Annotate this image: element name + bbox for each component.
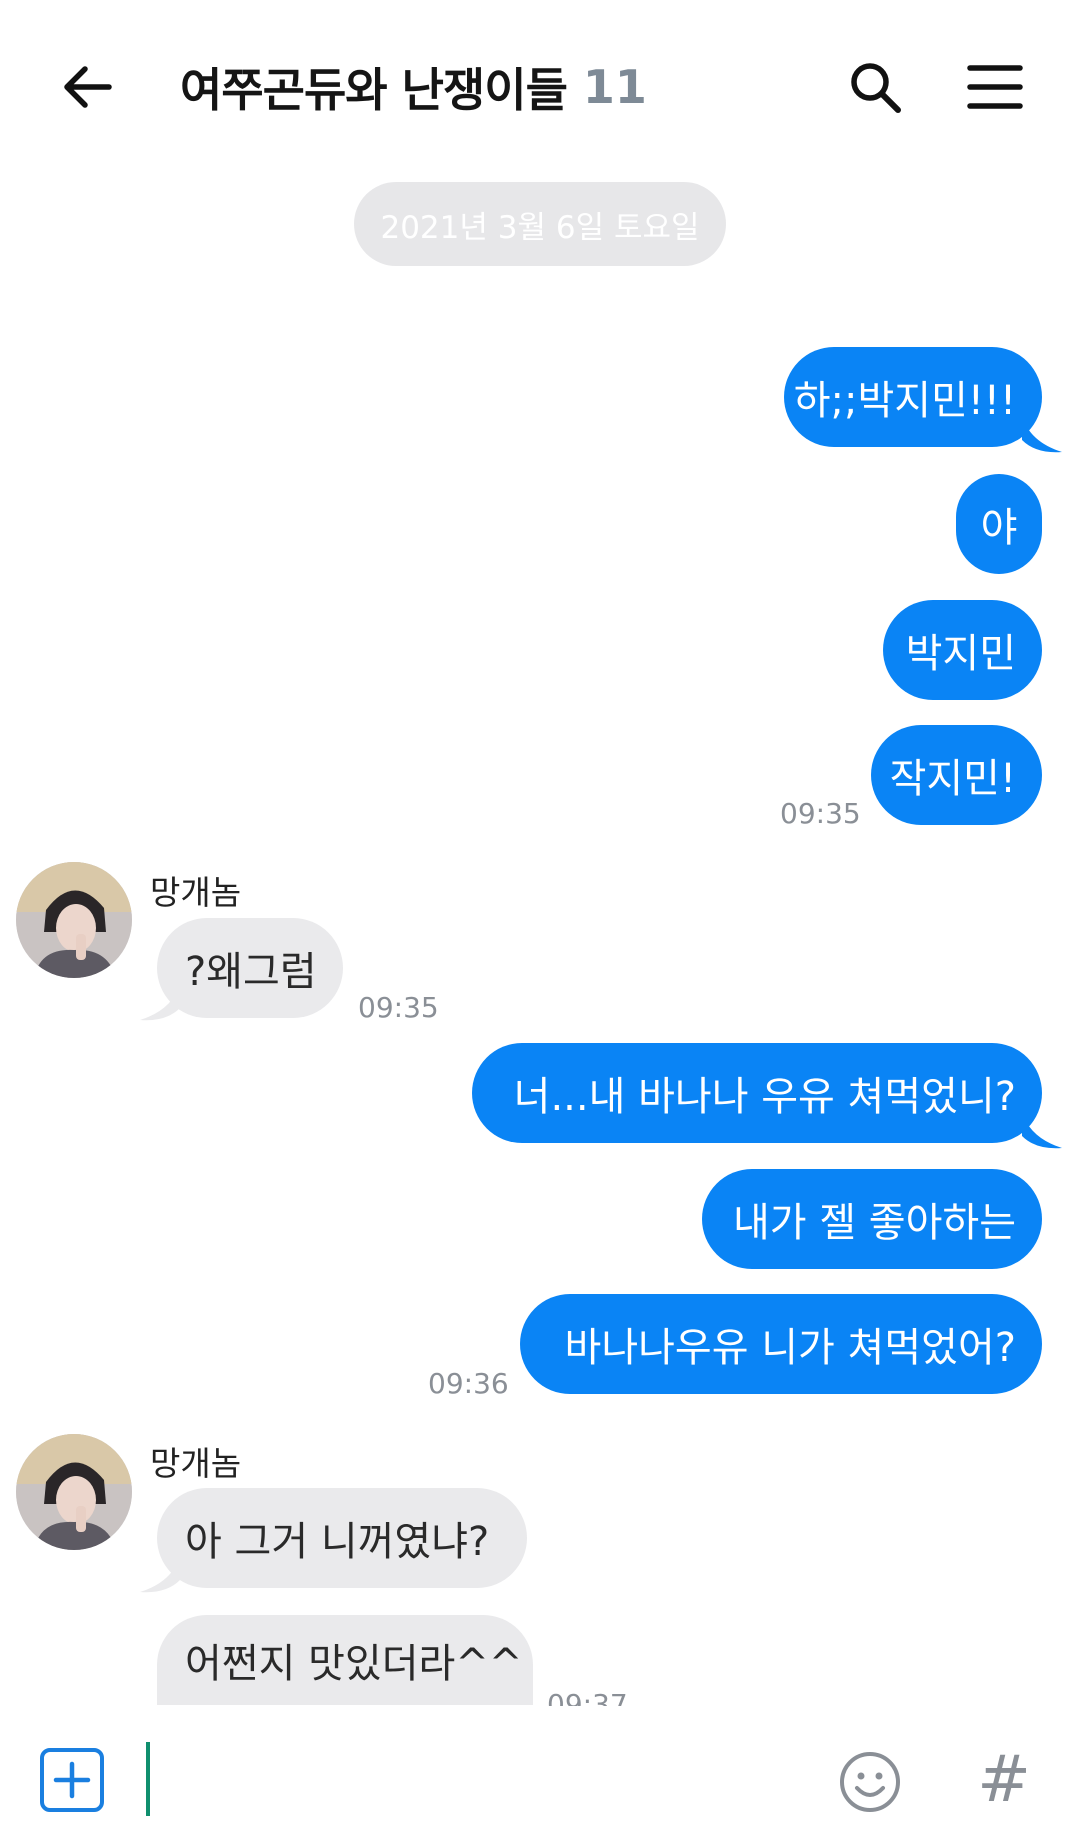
incoming-message[interactable]: ?왜그럼 bbox=[157, 918, 343, 1018]
outgoing-message[interactable]: 바나나우유 니가 쳐먹었어? bbox=[520, 1294, 1042, 1394]
plus-square-icon bbox=[53, 1761, 91, 1799]
attach-button[interactable] bbox=[40, 1748, 104, 1812]
message-composer: # bbox=[0, 1706, 1080, 1848]
message-text: 어쩐지 맛있더라^^ bbox=[185, 1641, 523, 1687]
message-text: ?왜그럼 bbox=[185, 949, 317, 995]
bubble-tail bbox=[1022, 1112, 1062, 1149]
sender-name: 망개놈 bbox=[150, 1444, 242, 1483]
sender-avatar[interactable] bbox=[16, 1434, 132, 1550]
profile-photo-icon bbox=[16, 1434, 132, 1550]
outgoing-message[interactable]: 야 bbox=[956, 474, 1042, 574]
menu-button[interactable] bbox=[960, 52, 1030, 122]
chat-room-title: 여쭈곤듀와 난쟁이들 bbox=[180, 63, 568, 117]
message-text: 바나나우유 니가 쳐먹었어? bbox=[564, 1325, 1016, 1371]
member-count: 11 bbox=[582, 60, 647, 114]
back-arrow-icon bbox=[64, 66, 112, 108]
message-text: 야 bbox=[980, 505, 1018, 551]
profile-photo-icon bbox=[16, 862, 132, 978]
back-button[interactable] bbox=[52, 52, 122, 122]
menu-icon bbox=[967, 65, 1023, 109]
outgoing-message[interactable]: 하;;박지민!!! bbox=[784, 347, 1042, 447]
chat-title-group[interactable]: 여쭈곤듀와 난쟁이들 11 bbox=[180, 52, 647, 122]
message-time: 09:36 bbox=[428, 1367, 509, 1400]
date-divider: 2021년 3월 6일 토요일 bbox=[354, 182, 726, 266]
hashtag-button[interactable]: # bbox=[974, 1740, 1034, 1820]
search-button[interactable] bbox=[840, 52, 910, 122]
message-text: 작지민! bbox=[889, 756, 1016, 802]
emoji-button[interactable] bbox=[838, 1750, 902, 1814]
message-time: 09:35 bbox=[358, 991, 439, 1024]
emoji-icon bbox=[840, 1752, 900, 1812]
incoming-message[interactable]: 어쩐지 맛있더라^^ bbox=[157, 1615, 533, 1705]
incoming-message[interactable]: 아 그거 니꺼였냐? bbox=[157, 1488, 527, 1588]
message-text: 내가 젤 좋아하는 bbox=[732, 1200, 1016, 1246]
message-text: 아 그거 니꺼였냐? bbox=[185, 1519, 490, 1565]
outgoing-message[interactable]: 박지민 bbox=[883, 600, 1042, 700]
message-text: 하;;박지민!!! bbox=[793, 378, 1016, 424]
message-time: 09:37 bbox=[547, 1688, 628, 1706]
sender-avatar[interactable] bbox=[16, 862, 132, 978]
message-text: 박지민 bbox=[905, 631, 1016, 677]
outgoing-message[interactable]: 너...내 바나나 우유 쳐먹었니? bbox=[472, 1043, 1042, 1143]
message-time: 09:35 bbox=[780, 797, 861, 830]
outgoing-message[interactable]: 내가 젤 좋아하는 bbox=[702, 1169, 1042, 1269]
sender-name: 망개놈 bbox=[150, 873, 242, 912]
search-icon bbox=[851, 63, 901, 113]
message-text: 너...내 바나나 우유 쳐먹었니? bbox=[513, 1074, 1016, 1120]
chat-header: 여쭈곤듀와 난쟁이들 11 bbox=[0, 0, 1080, 170]
bubble-tail bbox=[1022, 416, 1062, 453]
outgoing-message[interactable]: 작지민! bbox=[871, 725, 1042, 825]
text-input-cursor[interactable] bbox=[146, 1742, 150, 1816]
